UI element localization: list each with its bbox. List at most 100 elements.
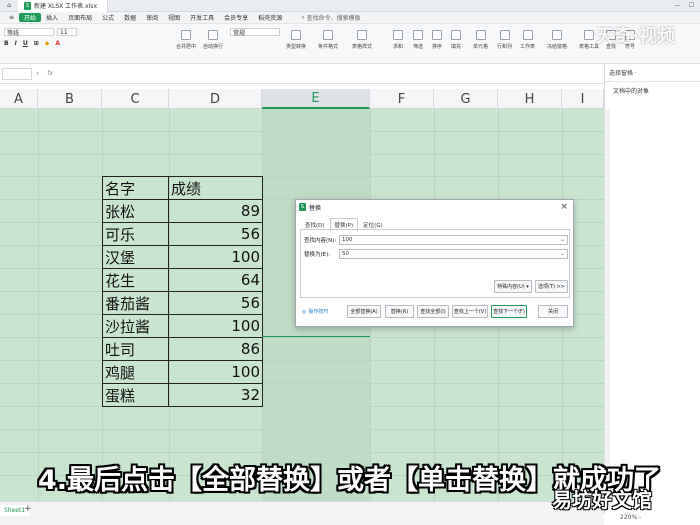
close-icon[interactable]: × [560,202,568,212]
table-row: 可乐 56 [102,222,263,246]
replace-all-button[interactable]: 全部替换(A) [347,305,381,318]
formula-bar: ⌕ fx [0,64,604,84]
replace-button[interactable]: 替换(R) [385,305,414,318]
close-button[interactable]: 关闭 [538,305,568,318]
column-header-c[interactable]: C [102,89,169,109]
font-color-icon[interactable]: A [55,40,60,47]
find-all-button[interactable]: 查找全部(I) [417,305,449,318]
name-cell[interactable]: 番茄酱 [102,291,169,315]
special-content-button[interactable]: 特殊内容(U) ▾ [494,280,532,293]
chevron-down-icon[interactable]: ⌄ [560,250,565,257]
name-cell[interactable]: 汉堡 [102,245,169,269]
selection-pane-title[interactable]: 选择窗格 · [605,64,700,82]
column-header-g[interactable]: G [434,89,498,109]
name-cell[interactable]: 吐司 [102,337,169,361]
score-cell[interactable]: 86 [168,337,263,361]
name-cell[interactable]: 鸡腿 [102,360,169,384]
cells-button[interactable]: 单元格 [473,30,488,50]
menu-home[interactable]: 开始 [19,13,42,22]
menu-file-icon[interactable]: ≡ [4,12,19,24]
replace-input[interactable]: 50 ⌄ [339,249,568,259]
header-score-cell[interactable]: 成绩 [168,176,263,200]
maximize-icon[interactable]: ☐ [689,2,694,9]
tips-link[interactable]: ◎ 操作技巧 [302,308,328,316]
conditional-format-button[interactable]: 条件格式 [318,30,338,50]
border-icon[interactable]: ⊞ [34,40,39,47]
score-cell[interactable]: 56 [168,222,263,246]
column-header-h[interactable]: H [498,89,562,109]
name-cell[interactable]: 张松 [102,199,169,223]
sigma-icon [393,30,403,40]
column-header-e[interactable]: E [262,89,370,109]
sort-button[interactable]: 排序 [432,30,442,50]
selection-pane-item[interactable]: 文档中的对象 [605,82,700,99]
table-style-button[interactable]: 表格样式 [352,30,372,50]
score-cell[interactable]: 32 [168,383,263,407]
column-header-a[interactable]: A [0,89,38,109]
italic-icon[interactable]: I [15,40,17,47]
sum-button[interactable]: 求和 [393,30,403,50]
menu-data[interactable]: 数据 [119,12,141,24]
worksheet-button[interactable]: 工作表 [520,30,535,50]
name-box[interactable] [2,67,32,80]
grid-line [0,429,604,430]
watermark-bottom-logo: 易坊好文馆 [552,488,652,512]
menu-formulas[interactable]: 公式 [97,12,119,24]
fx-icon[interactable]: fx [47,70,53,77]
chevron-down-icon[interactable]: ⌄ [560,236,565,243]
home-icon[interactable]: ⌂ [0,0,18,12]
zoom-formula-icon[interactable]: ⌕ [36,70,39,78]
score-cell[interactable]: 100 [168,245,263,269]
menu-view[interactable]: 视图 [163,12,185,24]
rows-cols-button[interactable]: 行和列 [497,30,512,50]
replace-panel: 查找内容(N): 100 ⌄ 替换为(E): 50 ⌄ 特殊内容(U) ▾ 选项… [300,229,570,298]
score-cell[interactable]: 100 [168,360,263,384]
menu-member[interactable]: 会员专享 [219,12,253,24]
bold-icon[interactable]: B [4,40,9,47]
find-input[interactable]: 100 ⌄ [339,235,568,245]
underline-icon[interactable]: U [23,40,28,47]
filter-button[interactable]: 筛选 [413,30,423,50]
find-input-value: 100 [342,237,353,243]
command-search[interactable]: ⌕ 查找命令、搜索模板 [301,13,360,23]
name-cell[interactable]: 沙拉酱 [102,314,169,338]
fill-button[interactable]: 填充 [451,30,461,50]
name-cell[interactable]: 可乐 [102,222,169,246]
menu-page-layout[interactable]: 页面布局 [63,12,97,24]
font-controls: 等线 11 [4,28,77,37]
minimize-icon[interactable]: — [675,2,681,9]
score-cell[interactable]: 89 [168,199,263,223]
merge-center-button[interactable]: 合并居中 [176,30,196,50]
number-format-select[interactable]: 常规 [230,28,280,37]
find-next-button[interactable]: 查找下一个(F) [491,305,527,318]
menu-resources[interactable]: 稻壳资源 [253,12,287,24]
type-convert-button[interactable]: 类型转换 [286,30,306,50]
document-tab[interactable]: S 新建 XLSX 工作表.xlsx [18,0,108,12]
column-header-i[interactable]: I [562,89,604,109]
score-cell[interactable]: 100 [168,314,263,338]
score-cell[interactable]: 56 [168,291,263,315]
add-sheet-icon[interactable]: + [24,504,32,514]
name-cell[interactable]: 花生 [102,268,169,292]
find-previous-button[interactable]: 查找上一个(V) [452,305,488,318]
convert-icon [291,30,301,40]
score-cell[interactable]: 64 [168,268,263,292]
menu-review[interactable]: 审阅 [141,12,163,24]
score-table: 名字 成绩 张松 89 可乐 56 汉堡 100 花生 64 番茄酱 56 沙拉酱 100 … [102,176,263,407]
column-header-f[interactable]: F [370,89,434,109]
options-button[interactable]: 选项(T) >> [535,280,568,293]
column-header: A B C D E F G H I [0,89,604,109]
header-name-cell[interactable]: 名字 [102,176,169,200]
zoom-level[interactable]: 220% - [620,514,641,521]
wrap-text-button[interactable]: 自动换行 [203,30,223,50]
fill-color-icon[interactable]: ◆ [45,40,50,47]
font-name-select[interactable]: 等线 [4,28,54,37]
freeze-panes-button[interactable]: 冻结窗格 [547,30,567,50]
vertical-scrollbar[interactable] [604,109,610,501]
menu-insert[interactable]: 插入 [41,12,63,24]
font-size-select[interactable]: 11 [57,28,77,36]
menu-developer[interactable]: 开发工具 [185,12,219,24]
name-cell[interactable]: 蛋糕 [102,383,169,407]
column-header-d[interactable]: D [169,89,262,109]
column-header-b[interactable]: B [38,89,102,109]
